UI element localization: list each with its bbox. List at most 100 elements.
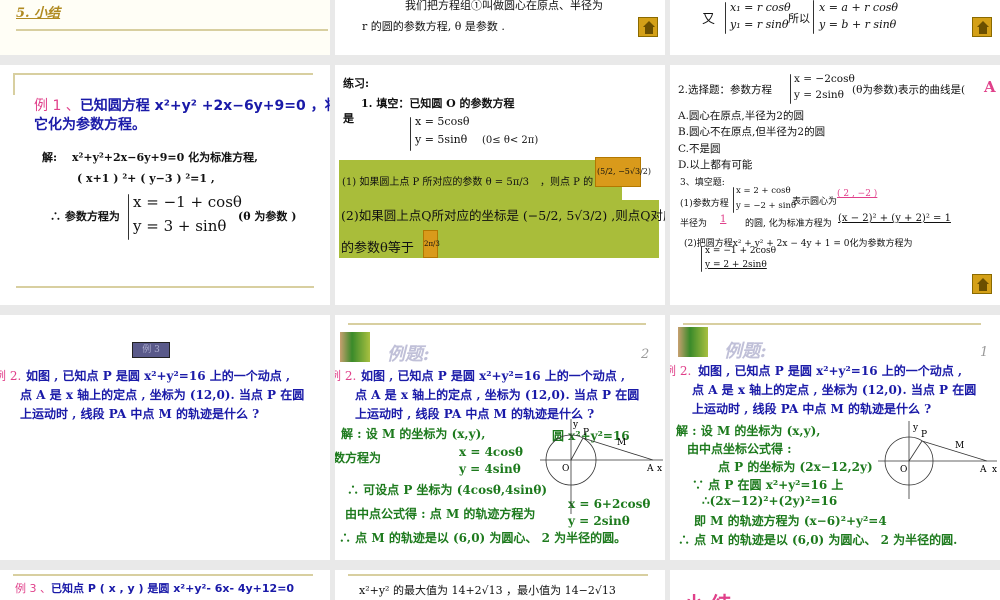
example-label: 例 2.: [0, 369, 22, 383]
slide-title: 5. 小结: [16, 6, 61, 21]
question: 是: [343, 112, 354, 125]
slide-thumbnail-3[interactable]: 又 x₁ = r cosθ y₁ = r sinθ 所以 x = a + r c…: [670, 0, 1000, 55]
solution-text: 解 : 设 M 的坐标为 (x,y),: [341, 427, 486, 441]
slide-thumbnail-12[interactable]: 小 结: [670, 570, 1000, 600]
home-icon[interactable]: [972, 17, 992, 37]
solution-text: 解 : 设 M 的坐标为 (x,y),: [676, 424, 821, 438]
point-label: O: [562, 464, 569, 474]
example-3-button[interactable]: 例 3: [132, 342, 170, 358]
point-label: P: [921, 430, 927, 440]
slide-thumbnail-6[interactable]: 2.选择题：参数方程 x = −2cosθ y = 2sinθ (θ为参数)表示…: [670, 65, 1000, 305]
question-part-2: 的参数θ等于: [341, 241, 414, 256]
slide-text: 我们把方程组①叫做圆心在原点、半径为: [405, 0, 603, 12]
option: A.圆心在原点,半径为2的圆: [678, 110, 804, 122]
solution-text: 由中点坐标公式得 :: [687, 442, 792, 456]
equation: y = −2 + sinθ: [736, 201, 797, 211]
home-icon[interactable]: [972, 274, 992, 294]
banner-decoration-icon: [678, 327, 708, 357]
slide-thumbnail-11[interactable]: x²+y² 的最大值为 14+2√13 ，最小值为 14−2√13: [335, 570, 665, 600]
circle-diagram: y x O P M A: [878, 421, 997, 499]
equation: y = b + r sinθ: [819, 18, 897, 31]
range: (0≤ θ< 2π): [482, 135, 539, 146]
axis-label: x: [992, 465, 997, 475]
question: 例 3 、已知点 P ( x , y ) 是圆 x²+y²- 6x- 4y+12…: [15, 580, 294, 596]
equation: y = 3 + sinθ: [133, 217, 227, 235]
solution-text: ∴ 参数方程为: [50, 210, 120, 223]
note: (θ 为参数 ): [238, 210, 297, 223]
answer-1: (5/2, −5√3/2): [595, 157, 651, 187]
slide-thumbnail-9[interactable]: 例题: 1 例 2. 如图 , 已知点 P 是圆 x²+y²=16 上的一个动点…: [670, 315, 1000, 560]
solution-text: 数方程为: [335, 451, 382, 465]
slide-thumbnail-4[interactable]: 例 1 、已知圆方程 x²+y² +2x−6y+9=0 ，将 它化为参数方程。 …: [0, 65, 330, 305]
axis-label: x: [657, 464, 662, 474]
question: 半径为: [680, 219, 708, 229]
example-label: 例 2.: [335, 369, 357, 383]
divider: [13, 574, 313, 576]
slide-thumbnail-1[interactable]: 5. 小结: [0, 0, 330, 55]
question: (θ为参数)表示的曲线是(: [852, 84, 966, 96]
solution-text: ∴ 可设点 P 坐标为 (4cosθ,4sinθ): [347, 483, 548, 497]
solution-text: 点 P 的坐标为 (2x−12,2y): [718, 460, 873, 474]
point-label: A: [979, 465, 987, 475]
answer: A: [984, 78, 996, 96]
point-label: M: [617, 438, 626, 448]
answer: 1: [720, 214, 727, 225]
option: C.不是圆: [678, 143, 721, 155]
slide-number: 2: [641, 347, 650, 362]
home-icon[interactable]: [638, 17, 658, 37]
solution-text: ∴ 点 M 的轨迹是以 (6,0) 为圆心、 2 为半径的圆。: [339, 531, 627, 545]
equation: x₁ = r cosθ: [730, 1, 791, 14]
question: 的圆, 化为标准方程为: [745, 219, 832, 229]
example-label: 例 3 、: [15, 582, 51, 595]
equation: x = a + r cosθ: [819, 1, 898, 14]
slide-text: 所以: [788, 12, 810, 25]
question: 3、填空题:: [680, 178, 725, 188]
question-text: 它化为参数方程。: [34, 117, 146, 133]
divider: [13, 73, 313, 75]
banner-decoration-icon: [340, 332, 370, 362]
point-label: A: [646, 464, 654, 474]
equation: x = 5cosθ: [415, 115, 470, 128]
question-part-1: (1) 如果圆上点 P 所对应的参数 θ = 5π/3: [342, 177, 530, 188]
solution-text: ( x+1 ) ²+ ( y−3 ) ²=1 ,: [77, 172, 215, 185]
point-label: P: [583, 428, 589, 438]
slide-text: r 的圆的参数方程, θ 是参数 .: [362, 20, 505, 33]
slide-title: 小 结: [684, 588, 731, 600]
point-label: M: [955, 441, 964, 451]
divider: [348, 323, 646, 325]
example-label: 例 2.: [670, 364, 692, 378]
solution-text: ∴(2x−12)²+(2y)²=16: [702, 494, 838, 508]
question: 2.选择题：参数方程: [678, 84, 773, 96]
option: B.圆心不在原点,但半径为2的圆: [678, 126, 826, 138]
solution-text: ∵ 点 P 在圆 x²+y²=16 上: [692, 478, 844, 492]
slide-thumbnail-5[interactable]: 练习: 1. 填空：已知圆 O 的参数方程 是 x = 5cosθ y = 5s…: [335, 65, 665, 305]
question-part-1: ，则点 P 的: [540, 177, 594, 188]
answer: x = −1 + 2cosθ: [705, 246, 777, 256]
banner-title: 例题:: [724, 341, 767, 362]
equation: x = 4cosθ: [459, 445, 523, 459]
question-text: 如图 , 已知点 P 是圆 x²+y²=16 上的一个动点 ,: [26, 369, 291, 383]
example-label: 例 1 、: [34, 98, 80, 114]
equation: y₁ = r sinθ: [730, 18, 789, 31]
question-text: 如图 , 已知点 P 是圆 x²+y²=16 上的一个动点 ,: [698, 364, 963, 378]
slide-thumbnail-2[interactable]: 我们把方程组①叫做圆心在原点、半径为 r 的圆的参数方程, θ 是参数 .: [335, 0, 665, 55]
slide-text: x²+y² 的最大值为 14+2√13 ，最小值为 14−2√13: [359, 584, 616, 597]
slide-thumbnail-8[interactable]: 例题: 2 例 2. 如图 , 已知点 P 是圆 x²+y²=16 上的一个动点…: [335, 315, 665, 560]
question-text: 点 A 是 x 轴上的定点 , 坐标为 (12,0). 当点 P 在圆: [692, 383, 977, 397]
solution-text: x²+y²+2x−6y+9=0 化为标准方程,: [72, 151, 258, 164]
circle-diagram: y x O P M A: [540, 419, 663, 514]
banner-title: 例题:: [387, 344, 430, 365]
question-text: 点 A 是 x 轴上的定点 , 坐标为 (12,0). 当点 P 在圆: [20, 388, 305, 402]
solution-text: 即 M 的轨迹方程为 (x−6)²+y²=4: [694, 514, 887, 528]
answer: (x − 2)² + (y + 2)² = 1: [838, 213, 951, 224]
equation: y = 4sinθ: [459, 462, 521, 476]
question: 1. 填空：已知圆 O 的参数方程: [361, 97, 515, 110]
point-label: O: [900, 465, 907, 475]
axis-label: y: [912, 423, 919, 433]
equation: x = −1 + cosθ: [133, 193, 242, 211]
answer: ( 2 , −2 ): [837, 189, 878, 199]
slide-thumbnail-10[interactable]: 例 3 、已知点 P ( x , y ) 是圆 x²+y²- 6x- 4y+12…: [0, 570, 330, 600]
question-text: 上运动时 , 线段 PA 中点 M 的轨迹是什么 ?: [692, 402, 932, 416]
slide-thumbnail-7[interactable]: 例 3 例 2. 如图 , 已知点 P 是圆 x²+y²=16 上的一个动点 ,…: [0, 315, 330, 560]
question-text: 点 A 是 x 轴上的定点 , 坐标为 (12,0). 当点 P 在圆: [355, 388, 640, 402]
